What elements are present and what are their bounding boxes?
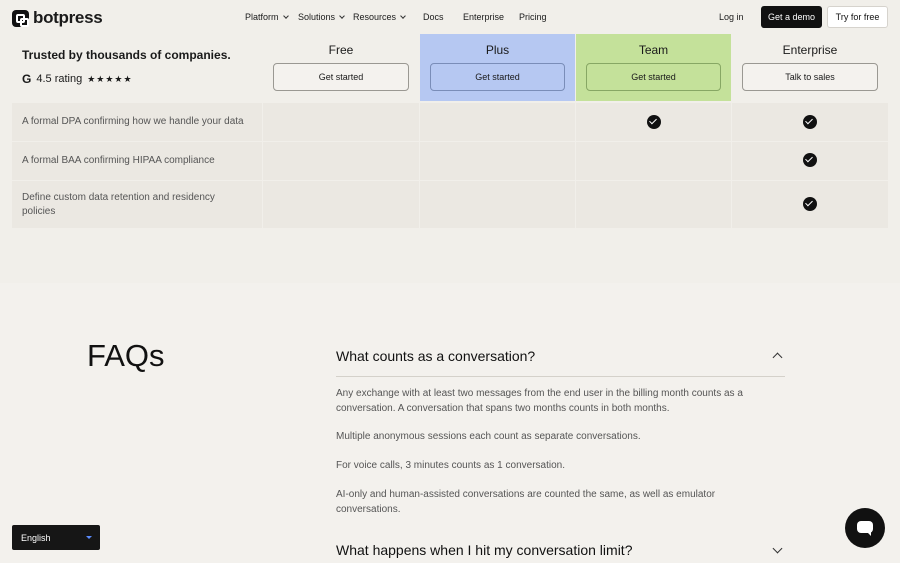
plan-cell [263, 103, 419, 141]
plan-cell [420, 103, 575, 141]
chat-button[interactable] [845, 508, 885, 548]
feature-row: A formal DPA confirming how we handle yo… [12, 103, 888, 141]
nav-resources-label: Resources [353, 12, 397, 22]
plan-cell [576, 142, 731, 180]
language-select[interactable]: English [12, 525, 100, 550]
plan-team: Team Get started [576, 34, 731, 101]
plan-cell [420, 181, 575, 228]
login-label: Log in [719, 12, 744, 22]
feature-row: A formal BAA confirming HIPAA compliance [12, 142, 888, 180]
plan-plus: Plus Get started [420, 34, 575, 101]
botpress-logo-icon [12, 9, 29, 27]
feature-row: Define custom data retention and residen… [12, 181, 888, 228]
talk-to-sales-button[interactable]: Talk to sales [742, 63, 878, 91]
chevron-down-icon[interactable] [772, 543, 783, 554]
check-icon [803, 153, 817, 167]
nav-resources[interactable]: Resources [353, 12, 406, 22]
feature-label: Define custom data retention and residen… [22, 192, 215, 217]
get-demo-button[interactable]: Get a demo [761, 6, 822, 28]
chevron-down-icon [400, 12, 406, 19]
get-started-button[interactable]: Get started [586, 63, 721, 91]
plan-free: Free Get started [263, 34, 419, 101]
faq-answer: Any exchange with at least two messages … [336, 388, 743, 414]
plan-cell [263, 142, 419, 180]
nav-pricing[interactable]: Pricing [519, 12, 547, 22]
plan-name: Enterprise [782, 43, 838, 57]
plan-name: Plus [485, 43, 510, 57]
nav-pricing-label: Pricing [519, 12, 547, 22]
feature-label: A formal DPA confirming how we handle yo… [22, 116, 244, 127]
login-link[interactable]: Log in [719, 12, 744, 22]
faq-answer: For voice calls, 3 minutes counts as 1 c… [336, 460, 565, 471]
chevron-down-icon [339, 12, 345, 19]
rating: G 4.5 rating ★★★★★ [22, 72, 133, 86]
g2-icon: G [22, 72, 32, 86]
plan-name: Team [638, 43, 669, 57]
language-label: English [21, 532, 51, 543]
nav-platform-label: Platform [245, 12, 279, 22]
faq-question[interactable]: What happens when I hit my conversation … [336, 542, 632, 558]
check-icon [803, 115, 817, 129]
faq-answer: Multiple anonymous sessions each count a… [336, 431, 641, 442]
faq-title: FAQs [87, 338, 165, 373]
nav-docs[interactable]: Docs [423, 12, 444, 22]
check-icon [647, 115, 661, 129]
nav-platform[interactable]: Platform [245, 12, 289, 22]
plan-cell [576, 181, 731, 228]
plan-cell [420, 142, 575, 180]
nav-solutions[interactable]: Solutions [298, 12, 345, 22]
caret-down-icon [86, 536, 92, 539]
trusted-text: Trusted by thousands of companies. [22, 48, 231, 62]
top-nav: botpress Platform Solutions Resources Do… [0, 0, 900, 34]
logo-text: botpress [33, 8, 103, 27]
chevron-up-icon[interactable] [772, 352, 783, 363]
divider [336, 376, 785, 377]
get-started-button[interactable]: Get started [430, 63, 565, 91]
try-free-button[interactable]: Try for free [827, 6, 888, 28]
faq-question[interactable]: What counts as a conversation? [336, 348, 535, 364]
nav-docs-label: Docs [423, 12, 444, 22]
nav-enterprise[interactable]: Enterprise [463, 12, 504, 22]
faq-answer: AI-only and human-assisted conversations… [336, 489, 716, 515]
chevron-down-icon [282, 12, 289, 19]
nav-solutions-label: Solutions [298, 12, 336, 22]
logo[interactable]: botpress [12, 8, 103, 28]
rating-text: 4.5 rating [36, 73, 83, 85]
check-icon [803, 197, 817, 211]
get-started-button[interactable]: Get started [273, 63, 409, 91]
chat-bubble-icon [857, 521, 873, 536]
plan-enterprise: Enterprise Talk to sales [732, 34, 888, 101]
plan-cell [263, 181, 419, 228]
plan-name: Free [328, 43, 354, 57]
feature-label: A formal BAA confirming HIPAA compliance [22, 155, 215, 166]
nav-enterprise-label: Enterprise [463, 12, 505, 22]
stars-icon: ★★★★★ [87, 73, 133, 84]
